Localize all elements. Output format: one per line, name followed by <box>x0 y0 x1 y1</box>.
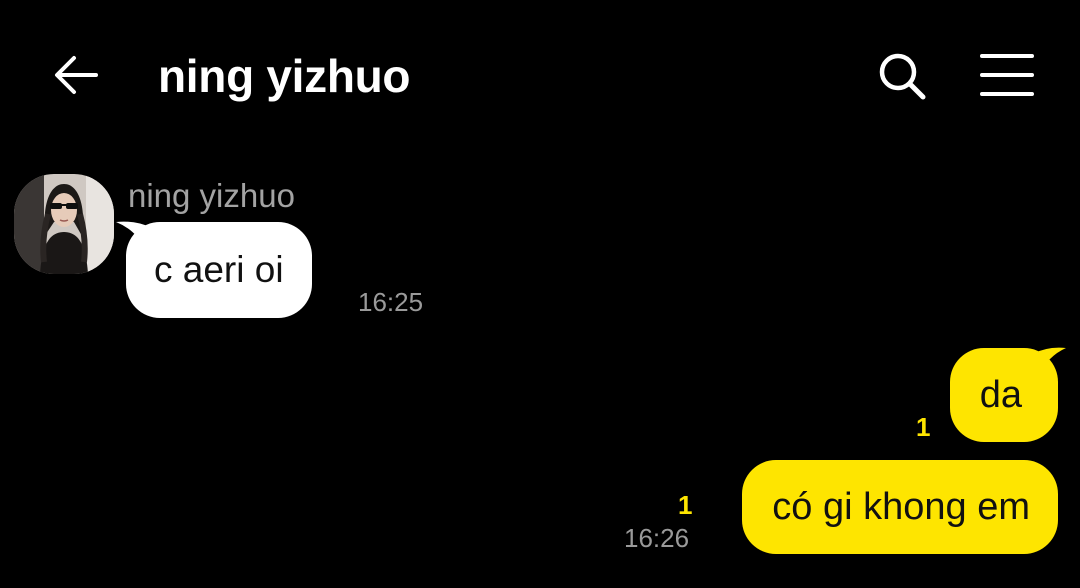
avatar[interactable] <box>14 174 114 274</box>
search-button[interactable] <box>872 46 932 106</box>
outgoing-message-bubble[interactable]: da <box>949 348 1058 442</box>
sender-name: ning yizhuo <box>128 177 295 214</box>
chat-header: ning yizhuo <box>0 0 1080 150</box>
unread-count: 1 <box>678 490 693 520</box>
message-timestamp: 16:25 <box>358 287 424 317</box>
arrow-left-icon <box>55 56 98 94</box>
menu-button[interactable] <box>976 50 1038 100</box>
unread-count: 1 <box>916 412 931 442</box>
avatar-photo <box>14 174 114 274</box>
hamburger-menu-icon <box>980 54 1034 96</box>
search-icon <box>879 53 926 100</box>
chat-title: ning yizhuo <box>158 50 411 102</box>
message-timestamp: 16:26 <box>624 523 690 553</box>
incoming-message-bubble[interactable]: c aeri oi <box>126 222 312 318</box>
outgoing-message-bubble[interactable]: có gi khong em <box>742 460 1058 554</box>
back-button[interactable] <box>48 48 104 104</box>
